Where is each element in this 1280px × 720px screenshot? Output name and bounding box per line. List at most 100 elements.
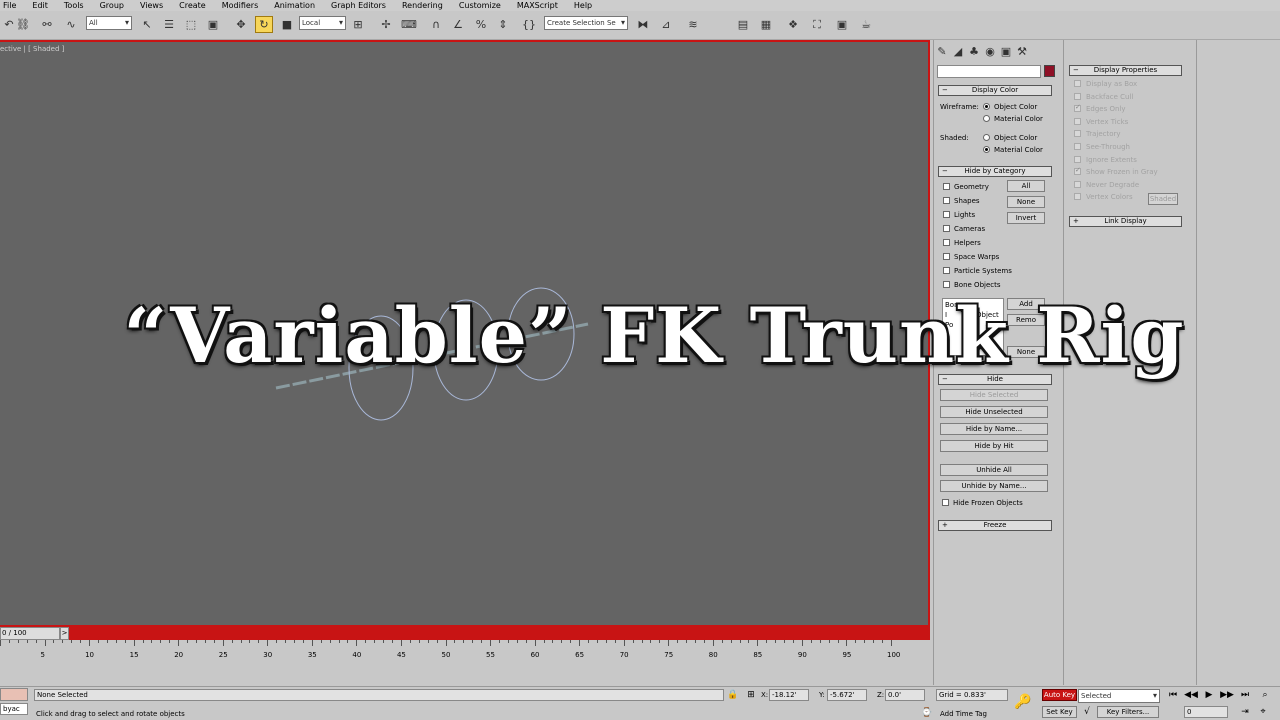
list-item[interactable]: Po: [945, 321, 953, 329]
material-editor-icon[interactable]: ❖: [784, 16, 802, 33]
key-mode-dropdown[interactable]: Selected: [1078, 689, 1160, 703]
time-slider[interactable]: 0 / 100 >: [0, 627, 930, 640]
next-frame-icon[interactable]: ▶▶: [1220, 688, 1234, 702]
go-to-start-icon[interactable]: ⏮: [1166, 688, 1180, 702]
set-key-button[interactable]: Set Key: [1042, 706, 1077, 718]
wireframe-material-color-radio[interactable]: [983, 115, 990, 122]
display-property-checkbox[interactable]: [1074, 130, 1081, 138]
move-icon[interactable]: ✥: [232, 16, 250, 33]
key-filters-button[interactable]: Key Filters...: [1097, 706, 1159, 718]
x-coordinate-field[interactable]: -18.12': [769, 689, 809, 701]
key-curve-icon[interactable]: √: [1080, 705, 1094, 719]
snaps-toggle-icon[interactable]: ∩: [427, 16, 445, 33]
angle-snap-icon[interactable]: ∠: [449, 16, 467, 33]
display-color-rollout[interactable]: − Display Color: [938, 85, 1052, 96]
select-by-name-icon[interactable]: ☰: [160, 16, 178, 33]
menu-item-file[interactable]: File: [3, 1, 16, 10]
shaded-object-color-radio[interactable]: [983, 134, 990, 141]
track-bar[interactable]: 5 10 15 20 25 30 35 40 45 50 55 60 65 70 75 80 85 90 95 100: [0, 640, 930, 686]
category-checkbox[interactable]: [943, 253, 950, 260]
category-checkbox[interactable]: [943, 239, 950, 246]
select-and-manipulate-icon[interactable]: ✢: [377, 16, 395, 33]
rendered-frame-window-icon[interactable]: ▣: [833, 16, 851, 33]
absolute-mode-icon[interactable]: ⊞: [744, 688, 758, 702]
rotate-icon[interactable]: ↻: [255, 16, 273, 33]
set-key-key-icon[interactable]: 🔑: [1014, 694, 1031, 710]
reference-coordinate-dropdown[interactable]: Local: [299, 16, 346, 30]
trunk-bone-chain[interactable]: [275, 322, 589, 390]
category-none-button[interactable]: None: [1007, 196, 1045, 208]
list-item[interactable]: Bone: [945, 301, 963, 309]
category-list-box[interactable]: Bone I Po Object: [942, 298, 1004, 356]
menu-item-animation[interactable]: Animation: [274, 1, 315, 10]
display-property-checkbox[interactable]: [1074, 193, 1081, 201]
menu-item-rendering[interactable]: Rendering: [402, 1, 443, 10]
go-to-end-icon[interactable]: ⏭: [1238, 688, 1252, 702]
menu-item-create[interactable]: Create: [179, 1, 206, 10]
menu-item-modifiers[interactable]: Modifiers: [222, 1, 259, 10]
menu-item-maxscript[interactable]: MAXScript: [517, 1, 558, 10]
time-slider-next-arrow[interactable]: >: [60, 627, 69, 640]
display-tab-icon[interactable]: ▣: [998, 43, 1014, 59]
keyboard-shortcut-override-icon[interactable]: ⌨: [400, 16, 418, 33]
menu-item-help[interactable]: Help: [574, 1, 592, 10]
percent-snap-icon[interactable]: %: [472, 16, 490, 33]
hide-by-hit-button[interactable]: Hide by Hit: [940, 440, 1048, 452]
display-property-checkbox[interactable]: [1074, 92, 1081, 100]
menu-item-customize[interactable]: Customize: [459, 1, 501, 10]
list-item[interactable]: I: [945, 311, 947, 319]
object-color-swatch[interactable]: [1044, 65, 1055, 77]
add-time-tag[interactable]: Add Time Tag: [940, 710, 987, 718]
selection-filter-dropdown[interactable]: All: [86, 16, 132, 30]
layer-manager-icon[interactable]: ≋: [684, 16, 702, 33]
list-item[interactable]: Object: [976, 311, 999, 319]
scale-icon[interactable]: ■: [278, 16, 296, 33]
time-tag-icon[interactable]: ⌚: [920, 706, 934, 720]
z-coordinate-field[interactable]: 0.0': [885, 689, 925, 701]
fk-control-circle[interactable]: [348, 315, 414, 421]
display-property-checkbox[interactable]: [1074, 166, 1081, 176]
category-checkbox[interactable]: [943, 225, 950, 232]
category-checkbox[interactable]: [943, 183, 950, 190]
display-property-checkbox[interactable]: [1074, 155, 1081, 163]
category-checkbox[interactable]: [943, 197, 950, 204]
display-property-checkbox[interactable]: [1074, 103, 1081, 113]
list-remove-button[interactable]: Remo: [1007, 314, 1045, 326]
hide-unselected-button[interactable]: Hide Unselected: [940, 406, 1048, 418]
display-property-checkbox[interactable]: [1074, 143, 1081, 150]
menu-item-graph-editors[interactable]: Graph Editors: [331, 1, 386, 10]
shaded-material-color-radio[interactable]: [983, 146, 990, 153]
category-checkbox[interactable]: [943, 211, 950, 218]
freeze-rollout[interactable]: + Freeze: [938, 520, 1052, 531]
modify-tab-icon[interactable]: ◢: [950, 43, 966, 59]
unlink-icon[interactable]: ⚯: [38, 16, 56, 33]
link-display-rollout[interactable]: + Link Display: [1069, 216, 1182, 227]
play-icon[interactable]: ▶: [1202, 688, 1216, 702]
fk-control-circle[interactable]: [507, 287, 575, 381]
quick-render-icon[interactable]: ☕: [857, 16, 875, 33]
motion-tab-icon[interactable]: ◉: [982, 43, 998, 59]
align-icon[interactable]: ⊿: [657, 16, 675, 33]
time-slider-frame[interactable]: 0 / 100: [0, 627, 60, 640]
object-name-field[interactable]: [937, 65, 1041, 78]
curve-editor-icon[interactable]: ▤: [734, 16, 752, 33]
select-object-icon[interactable]: ↖: [138, 16, 156, 33]
utilities-tab-icon[interactable]: ⚒: [1014, 43, 1030, 59]
selection-region-icon[interactable]: ⬚: [182, 16, 200, 33]
key-mode-toggle-icon[interactable]: ⇥: [1238, 705, 1252, 719]
named-selection-dropdown[interactable]: Create Selection Se: [544, 16, 628, 30]
perspective-viewport[interactable]: ective | [ Shaded ]: [0, 40, 930, 627]
wireframe-object-color-radio[interactable]: [983, 103, 990, 110]
maxscript-listener-field[interactable]: byac: [0, 703, 28, 715]
menu-item-edit[interactable]: Edit: [32, 1, 48, 10]
hierarchy-tab-icon[interactable]: ♣: [966, 43, 982, 59]
pivot-center-icon[interactable]: ⊞: [349, 16, 367, 33]
display-property-checkbox[interactable]: [1074, 180, 1081, 188]
hide-frozen-objects-checkbox[interactable]: [942, 499, 949, 506]
maxscript-mini-listener[interactable]: [0, 688, 28, 701]
category-invert-button[interactable]: Invert: [1007, 212, 1045, 224]
zoom-extents-icon[interactable]: ⌖: [1256, 705, 1270, 719]
lock-icon[interactable]: 🔒: [726, 688, 740, 702]
display-properties-rollout[interactable]: − Display Properties: [1069, 65, 1182, 76]
menu-item-views[interactable]: Views: [140, 1, 163, 10]
